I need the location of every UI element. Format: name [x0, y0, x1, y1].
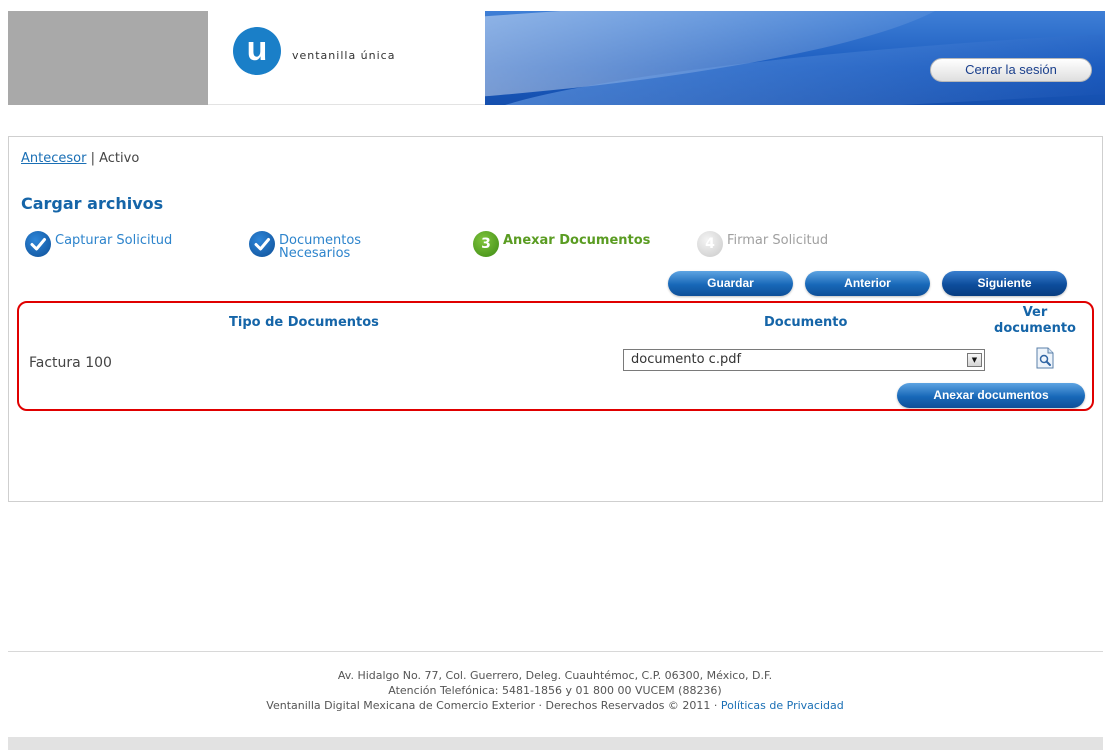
- breadcrumb-separator: |: [90, 151, 95, 166]
- column-header-documento: Documento: [764, 315, 848, 330]
- step-check-icon: [249, 231, 275, 257]
- column-header-tipo: Tipo de Documentos: [229, 315, 379, 330]
- footer-address: Av. Hidalgo No. 77, Col. Guerrero, Deleg…: [337, 669, 773, 682]
- breadcrumb-link-antecesor[interactable]: Antecesor: [21, 151, 86, 166]
- step-anexar-documentos: 3 Anexar Documentos: [473, 231, 650, 257]
- logo-u-icon: u: [233, 27, 281, 75]
- breadcrumb: Antecesor | Activo: [21, 151, 139, 166]
- footer-divider: [8, 651, 1103, 652]
- document-type: Factura 100: [29, 355, 112, 371]
- step-number-icon: 3: [473, 231, 499, 257]
- document-select[interactable]: documento c.pdf ▼: [623, 349, 985, 371]
- step-documentos-necesarios: Documentos Necesarios: [249, 231, 361, 260]
- next-button[interactable]: Siguiente: [942, 271, 1067, 296]
- step-label: Capturar Solicitud: [55, 233, 173, 248]
- logo: u ventanilla única: [208, 11, 485, 105]
- breadcrumb-current: Activo: [99, 151, 140, 166]
- footer-phone: Atención Telefónica: 5481-1856 y 01 800 …: [388, 684, 722, 697]
- step-capturar-solicitud: Capturar Solicitud: [25, 231, 172, 257]
- site-header: u ventanilla única Cerrar la sesión: [0, 0, 1110, 106]
- page-title: Cargar archivos: [21, 194, 164, 213]
- logo-text: ventanilla única: [292, 49, 396, 62]
- column-header-ver-documento: Ver documento: [994, 305, 1076, 336]
- privacy-policy-link[interactable]: Políticas de Privacidad: [721, 699, 844, 712]
- step-number-icon: 4: [697, 231, 723, 257]
- chevron-down-icon[interactable]: ▼: [967, 353, 982, 367]
- footer-copyright: Ventanilla Digital Mexicana de Comercio …: [266, 699, 844, 712]
- step-check-icon: [25, 231, 51, 257]
- footer-bar: [8, 737, 1103, 750]
- step-label: Firmar Solicitud: [727, 233, 829, 248]
- save-button[interactable]: Guardar: [668, 271, 793, 296]
- attach-documents-button[interactable]: Anexar documentos: [897, 383, 1085, 408]
- documents-section: Tipo de Documentos Documento Ver documen…: [17, 301, 1094, 411]
- footer: Av. Hidalgo No. 77, Col. Guerrero, Deleg…: [0, 668, 1110, 713]
- step-label: Anexar Documentos: [503, 233, 651, 248]
- view-document-icon[interactable]: [1036, 347, 1054, 369]
- step-label: Documentos Necesarios: [279, 233, 362, 261]
- previous-button[interactable]: Anterior: [805, 271, 930, 296]
- step-firmar-solicitud: 4 Firmar Solicitud: [697, 231, 828, 257]
- header-gray-block: [8, 11, 208, 105]
- logout-button[interactable]: Cerrar la sesión: [930, 58, 1092, 82]
- main-panel: Antecesor | Activo Cargar archivos Captu…: [8, 136, 1103, 502]
